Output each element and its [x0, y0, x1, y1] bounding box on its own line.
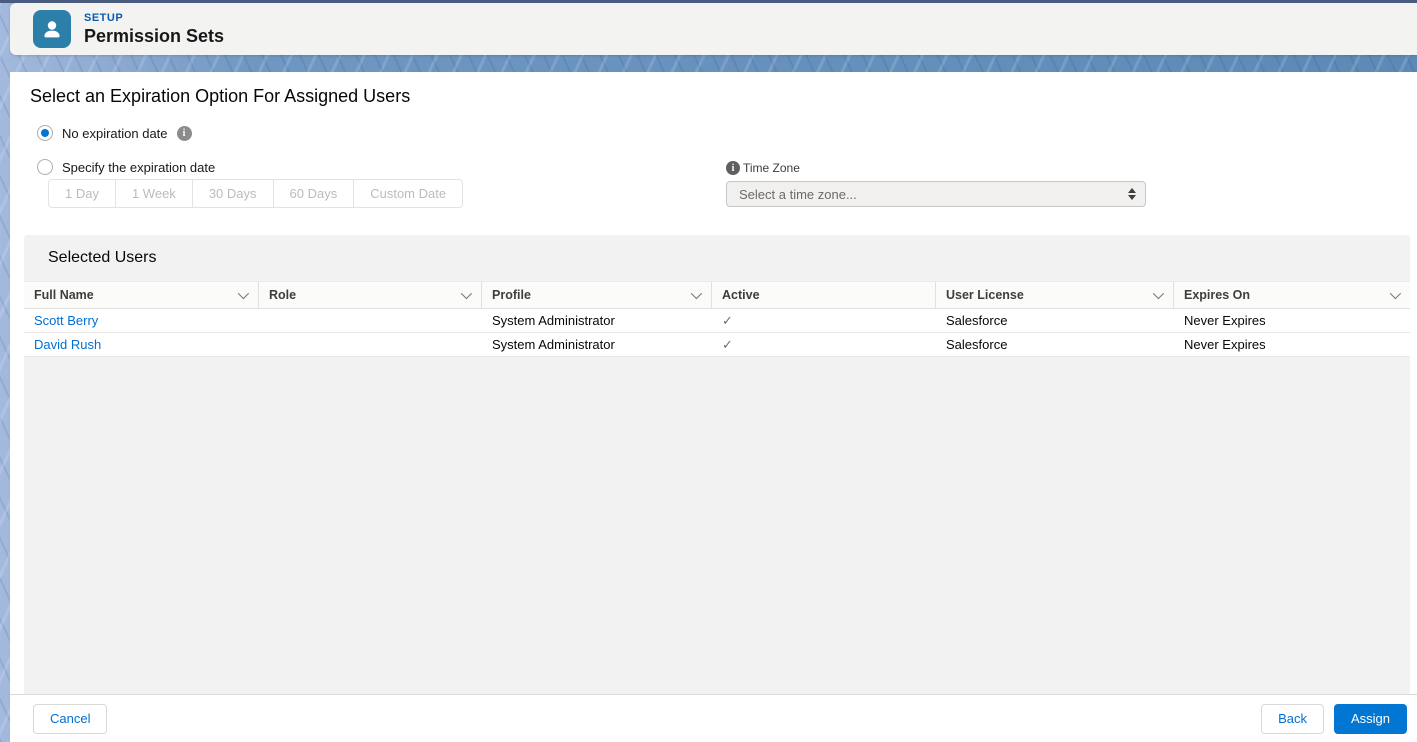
column-header-expires-on[interactable]: Expires On — [1174, 282, 1410, 308]
radio-label: No expiration date — [62, 126, 168, 141]
permission-sets-user-icon — [33, 10, 71, 48]
expiration-duration-button-group: 1 Day 1 Week 30 Days 60 Days Custom Date — [48, 179, 463, 208]
action-footer: Cancel Back Assign — [10, 694, 1417, 742]
column-header-user-license[interactable]: User License — [936, 282, 1174, 308]
profile-cell: System Administrator — [482, 313, 712, 328]
timezone-select[interactable]: Select a time zone... — [726, 181, 1146, 207]
table-row: Scott Berry System Administrator ✓ Sales… — [24, 309, 1410, 333]
duration-button-custom-date[interactable]: Custom Date — [354, 179, 463, 208]
timezone-field: i Time Zone Select a time zone... — [726, 161, 1146, 207]
user-license-cell: Salesforce — [936, 313, 1174, 328]
user-license-cell: Salesforce — [936, 337, 1174, 352]
user-name-link[interactable]: David Rush — [34, 337, 101, 352]
selected-users-card: Selected Users Full Name Role Profile Ac… — [24, 235, 1410, 694]
cancel-button[interactable]: Cancel — [33, 704, 107, 734]
expires-on-cell: Never Expires — [1174, 313, 1410, 328]
back-button[interactable]: Back — [1261, 704, 1324, 734]
column-header-full-name[interactable]: Full Name — [24, 282, 259, 308]
timezone-label: Time Zone — [743, 161, 800, 175]
active-checkmark-icon: ✓ — [722, 337, 733, 352]
column-header-role[interactable]: Role — [259, 282, 482, 308]
select-arrows-icon — [1128, 188, 1136, 200]
expiration-options-panel: Select an Expiration Option For Assigned… — [10, 72, 1417, 742]
user-name-link[interactable]: Scott Berry — [34, 313, 98, 328]
radio-button-checked[interactable] — [37, 125, 53, 141]
radio-label: Specify the expiration date — [62, 160, 215, 175]
info-icon[interactable]: i — [177, 126, 192, 141]
duration-button-1-week[interactable]: 1 Week — [116, 179, 193, 208]
selected-users-title: Selected Users — [48, 249, 157, 267]
table-row: David Rush System Administrator ✓ Salesf… — [24, 333, 1410, 357]
duration-button-30-days[interactable]: 30 Days — [193, 179, 274, 208]
selected-users-header: Selected Users — [24, 235, 1410, 281]
setup-header: SETUP Permission Sets — [10, 3, 1417, 55]
radio-button-unchecked[interactable] — [37, 159, 53, 175]
radio-option-no-expiration[interactable]: No expiration date i — [37, 125, 192, 141]
chevron-down-icon — [238, 288, 249, 299]
profile-cell: System Administrator — [482, 337, 712, 352]
active-checkmark-icon: ✓ — [722, 313, 733, 328]
timezone-selected-value: Select a time zone... — [739, 187, 857, 202]
setup-header-titles: SETUP Permission Sets — [84, 12, 224, 47]
chevron-down-icon — [691, 288, 702, 299]
chevron-down-icon — [461, 288, 472, 299]
expires-on-cell: Never Expires — [1174, 337, 1410, 352]
chevron-down-icon — [1390, 288, 1401, 299]
panel-title: Select an Expiration Option For Assigned… — [30, 86, 410, 107]
table-header-row: Full Name Role Profile Active User Licen… — [24, 281, 1410, 309]
info-icon[interactable]: i — [726, 161, 740, 175]
duration-button-1-day[interactable]: 1 Day — [48, 179, 116, 208]
column-header-profile[interactable]: Profile — [482, 282, 712, 308]
chevron-down-icon — [1153, 288, 1164, 299]
user-icon — [40, 17, 64, 41]
column-header-active[interactable]: Active — [712, 282, 936, 308]
assign-button[interactable]: Assign — [1334, 704, 1407, 734]
setup-eyebrow: SETUP — [84, 12, 224, 25]
timezone-label-row: i Time Zone — [726, 161, 1146, 175]
page-title: Permission Sets — [84, 25, 224, 47]
duration-button-60-days[interactable]: 60 Days — [274, 179, 355, 208]
radio-option-specify-date[interactable]: Specify the expiration date — [37, 159, 215, 175]
